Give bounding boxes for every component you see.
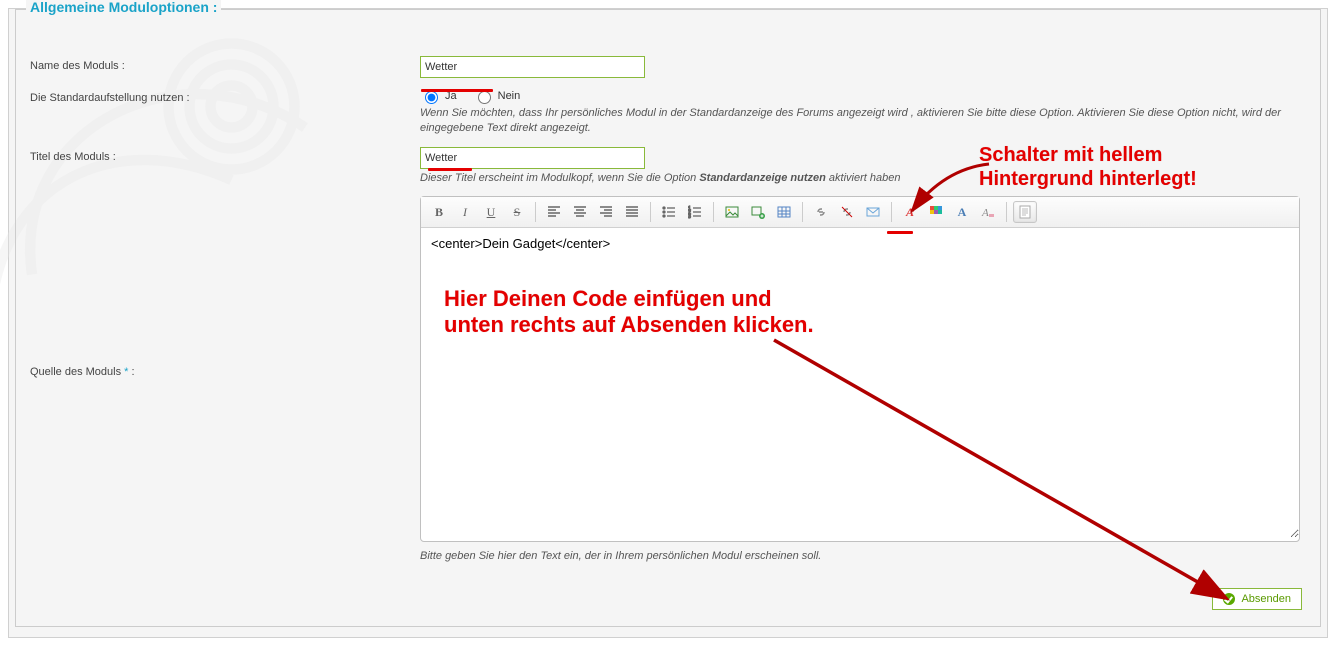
align-justify-button[interactable] — [620, 201, 644, 223]
strike-button[interactable]: S — [505, 201, 529, 223]
module-options-panel: Allgemeine Moduloptionen : Name des Modu… — [8, 8, 1328, 638]
align-center-button[interactable] — [568, 201, 592, 223]
align-right-button[interactable] — [594, 201, 618, 223]
module-name-input[interactable] — [420, 56, 645, 78]
color-palette-button[interactable] — [924, 201, 948, 223]
italic-button[interactable]: I — [453, 201, 477, 223]
radio-yes-label[interactable]: Ja — [445, 90, 457, 102]
module-options-fieldset: Allgemeine Moduloptionen : Name des Modu… — [15, 9, 1321, 627]
remove-format-button[interactable]: A — [976, 201, 1000, 223]
label-module-source: Quelle des Moduls * : — [30, 196, 420, 378]
hint-default-layout: Wenn Sie möchten, dass Ihr persönliches … — [420, 106, 1300, 137]
toolbar-separator — [891, 202, 892, 222]
font-size-button[interactable]: A — [950, 201, 974, 223]
unordered-list-button[interactable] — [657, 201, 681, 223]
underline-button[interactable]: U — [479, 201, 503, 223]
submit-button[interactable]: Absenden — [1212, 588, 1302, 610]
toolbar-separator — [650, 202, 651, 222]
label-default-layout: Die Standardaufstellung nutzen : — [30, 88, 420, 104]
svg-text:A: A — [981, 207, 989, 219]
unlink-button[interactable] — [835, 201, 859, 223]
toolbar-separator — [1006, 202, 1007, 222]
host-image-button[interactable] — [746, 201, 770, 223]
editor-textarea[interactable] — [421, 228, 1299, 538]
radio-no[interactable] — [478, 91, 491, 104]
rich-text-editor: B I U S 123 — [420, 196, 1300, 542]
hint-module-title: Dieser Titel erscheint im Modulkopf, wen… — [420, 171, 1300, 186]
source-mode-button[interactable] — [1013, 201, 1037, 223]
link-button[interactable] — [809, 201, 833, 223]
submit-button-label: Absenden — [1241, 593, 1291, 605]
hint-module-source: Bitte geben Sie hier den Text ein, der i… — [420, 550, 1306, 562]
insert-table-button[interactable] — [772, 201, 796, 223]
text-color-button[interactable]: A — [898, 201, 922, 223]
bold-button[interactable]: B — [427, 201, 451, 223]
row-default-layout: Die Standardaufstellung nutzen : Ja Nein… — [30, 88, 1306, 137]
row-module-title: Titel des Moduls : Dieser Titel erschein… — [30, 147, 1306, 186]
label-module-title: Titel des Moduls : — [30, 147, 420, 163]
toolbar-separator — [535, 202, 536, 222]
check-icon — [1223, 593, 1235, 605]
align-left-button[interactable] — [542, 201, 566, 223]
email-button[interactable] — [861, 201, 885, 223]
editor-toolbar: B I U S 123 — [421, 197, 1299, 228]
row-module-name: Name des Moduls : — [30, 56, 1306, 78]
radio-yes[interactable] — [425, 91, 438, 104]
toolbar-separator — [713, 202, 714, 222]
svg-text:3: 3 — [688, 214, 691, 219]
module-title-input[interactable] — [420, 147, 645, 169]
row-module-source: Quelle des Moduls * : B I U S — [30, 196, 1306, 562]
insert-image-button[interactable] — [720, 201, 744, 223]
ordered-list-button[interactable]: 123 — [683, 201, 707, 223]
section-title: Allgemeine Moduloptionen : — [26, 0, 221, 15]
radio-no-label[interactable]: Nein — [498, 90, 521, 102]
label-module-name: Name des Moduls : — [30, 56, 420, 72]
toolbar-separator — [802, 202, 803, 222]
